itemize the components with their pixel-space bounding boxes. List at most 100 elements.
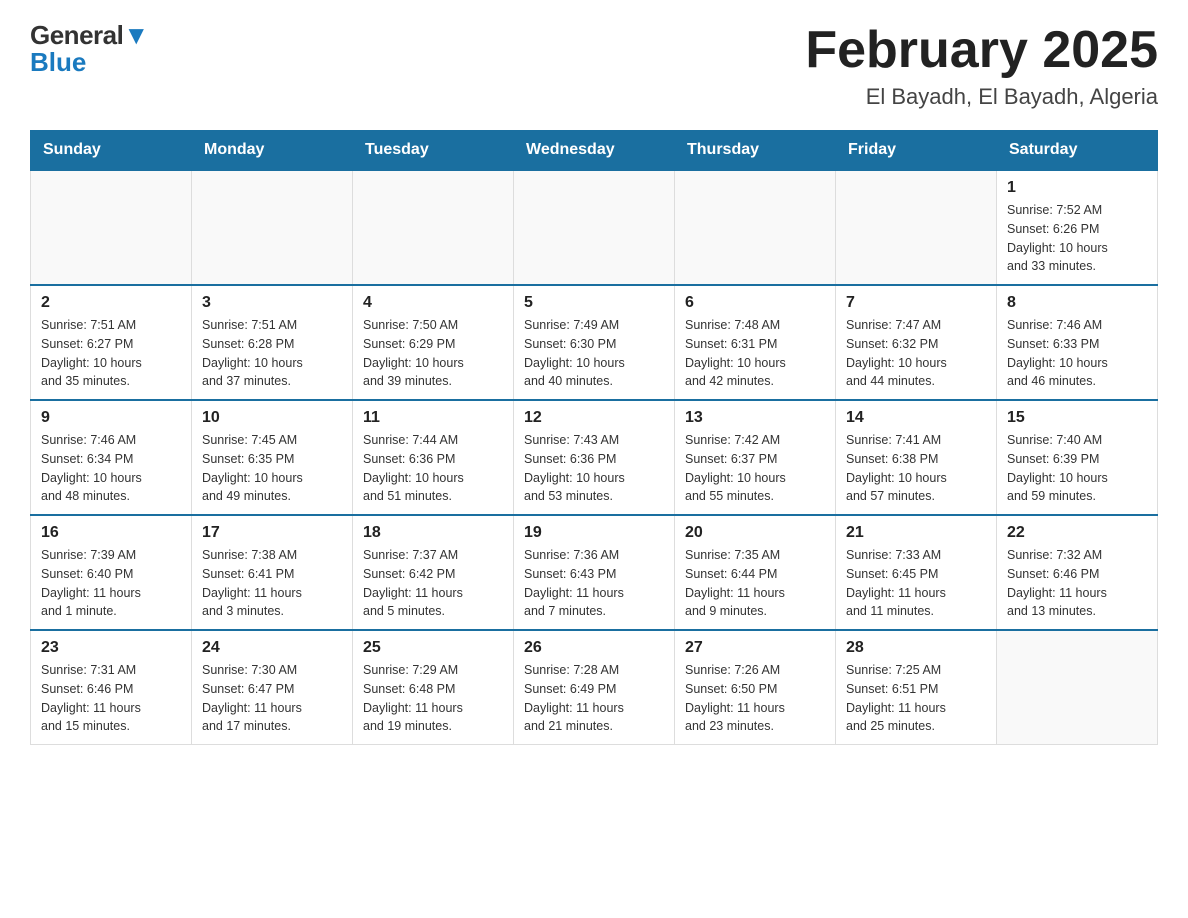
- title-block: February 2025 El Bayadh, El Bayadh, Alge…: [805, 20, 1158, 110]
- day-info: Sunrise: 7:46 AM Sunset: 6:33 PM Dayligh…: [1007, 316, 1147, 391]
- day-info: Sunrise: 7:25 AM Sunset: 6:51 PM Dayligh…: [846, 661, 986, 736]
- calendar-cell: 9Sunrise: 7:46 AM Sunset: 6:34 PM Daylig…: [31, 400, 192, 515]
- weekday-header-friday: Friday: [836, 131, 997, 171]
- calendar-cell: 8 Sunrise: 7:46 AM Sunset: 6:33 PM Daylig…: [997, 285, 1158, 400]
- calendar-week-row: 1Sunrise: 7:52 AM Sunset: 6:26 PM Daylig…: [31, 170, 1158, 285]
- day-info: Sunrise: 7:39 AM Sunset: 6:40 PM Dayligh…: [41, 546, 181, 621]
- day-number: 2: [41, 294, 181, 312]
- day-info: Sunrise: 7:40 AM Sunset: 6:39 PM Dayligh…: [1007, 431, 1147, 506]
- calendar-cell: 19 Sunrise: 7:36 AM Sunset: 6:43 PM Dayli…: [514, 515, 675, 630]
- calendar-cell: 7 Sunrise: 7:47 AM Sunset: 6:32 PM Daylig…: [836, 285, 997, 400]
- calendar-header-row: SundayMondayTuesdayWednesdayThursdayFrid…: [31, 131, 1158, 171]
- day-number: 16: [41, 524, 181, 542]
- day-number: 19: [524, 524, 664, 542]
- calendar-cell: 26 Sunrise: 7:28 AM Sunset: 6:49 PM Dayli…: [514, 630, 675, 745]
- day-number: 28: [846, 639, 986, 657]
- day-info: Sunrise: 7:48 AM Sunset: 6:31 PM Dayligh…: [685, 316, 825, 391]
- calendar-cell: 25 Sunrise: 7:29 AM Sunset: 6:48 PM Dayli…: [353, 630, 514, 745]
- logo: General▼ Blue: [30, 20, 149, 78]
- calendar-cell: 14 Sunrise: 7:41 AM Sunset: 6:38 PM Dayli…: [836, 400, 997, 515]
- day-info: Sunrise: 7:47 AM Sunset: 6:32 PM Dayligh…: [846, 316, 986, 391]
- calendar-cell: 24 Sunrise: 7:30 AM Sunset: 6:47 PM Dayli…: [192, 630, 353, 745]
- calendar-cell: 17 Sunrise: 7:38 AM Sunset: 6:41 PM Dayli…: [192, 515, 353, 630]
- weekday-header-monday: Monday: [192, 131, 353, 171]
- day-info: Sunrise: 7:51 AM Sunset: 6:27 PM Dayligh…: [41, 316, 181, 391]
- day-number: 11: [363, 409, 503, 427]
- day-info: Sunrise: 7:50 AM Sunset: 6:29 PM Dayligh…: [363, 316, 503, 391]
- calendar-cell: 27 Sunrise: 7:26 AM Sunset: 6:50 PM Dayli…: [675, 630, 836, 745]
- day-info: Sunrise: 7:26 AM Sunset: 6:50 PM Dayligh…: [685, 661, 825, 736]
- day-info: Sunrise: 7:28 AM Sunset: 6:49 PM Dayligh…: [524, 661, 664, 736]
- calendar-cell: 21 Sunrise: 7:33 AM Sunset: 6:45 PM Dayli…: [836, 515, 997, 630]
- calendar-cell: [353, 170, 514, 285]
- day-number: 10: [202, 409, 342, 427]
- day-number: 7: [846, 294, 986, 312]
- calendar-week-row: 2 Sunrise: 7:51 AM Sunset: 6:27 PM Daylig…: [31, 285, 1158, 400]
- day-number: 14: [846, 409, 986, 427]
- calendar-cell: [192, 170, 353, 285]
- day-info: Sunrise: 7:45 AM Sunset: 6:35 PM Dayligh…: [202, 431, 342, 506]
- day-number: 20: [685, 524, 825, 542]
- day-info: Sunrise: 7:38 AM Sunset: 6:41 PM Dayligh…: [202, 546, 342, 621]
- calendar-cell: 18 Sunrise: 7:37 AM Sunset: 6:42 PM Dayli…: [353, 515, 514, 630]
- calendar-cell: 15 Sunrise: 7:40 AM Sunset: 6:39 PM Dayli…: [997, 400, 1158, 515]
- day-number: 18: [363, 524, 503, 542]
- calendar-cell: 6 Sunrise: 7:48 AM Sunset: 6:31 PM Daylig…: [675, 285, 836, 400]
- calendar-cell: [836, 170, 997, 285]
- day-number: 23: [41, 639, 181, 657]
- day-number: 24: [202, 639, 342, 657]
- day-info: Sunrise: 7:41 AM Sunset: 6:38 PM Dayligh…: [846, 431, 986, 506]
- calendar-cell: 16 Sunrise: 7:39 AM Sunset: 6:40 PM Dayli…: [31, 515, 192, 630]
- day-info: Sunrise: 7:35 AM Sunset: 6:44 PM Dayligh…: [685, 546, 825, 621]
- logo-blue-text: Blue: [30, 47, 86, 78]
- day-number: 6: [685, 294, 825, 312]
- day-number: 9: [41, 409, 181, 427]
- calendar-cell: 1Sunrise: 7:52 AM Sunset: 6:26 PM Daylig…: [997, 170, 1158, 285]
- calendar-cell: 28 Sunrise: 7:25 AM Sunset: 6:51 PM Dayli…: [836, 630, 997, 745]
- day-info: Sunrise: 7:31 AM Sunset: 6:46 PM Dayligh…: [41, 661, 181, 736]
- day-number: 15: [1007, 409, 1147, 427]
- calendar-cell: 5 Sunrise: 7:49 AM Sunset: 6:30 PM Daylig…: [514, 285, 675, 400]
- day-number: 17: [202, 524, 342, 542]
- day-number: 25: [363, 639, 503, 657]
- day-info: Sunrise: 7:44 AM Sunset: 6:36 PM Dayligh…: [363, 431, 503, 506]
- calendar-cell: 20 Sunrise: 7:35 AM Sunset: 6:44 PM Dayli…: [675, 515, 836, 630]
- day-number: 3: [202, 294, 342, 312]
- day-number: 5: [524, 294, 664, 312]
- day-info: Sunrise: 7:30 AM Sunset: 6:47 PM Dayligh…: [202, 661, 342, 736]
- day-info: Sunrise: 7:43 AM Sunset: 6:36 PM Dayligh…: [524, 431, 664, 506]
- day-number: 12: [524, 409, 664, 427]
- day-number: 8: [1007, 294, 1147, 312]
- calendar-week-row: 16 Sunrise: 7:39 AM Sunset: 6:40 PM Dayli…: [31, 515, 1158, 630]
- day-info: Sunrise: 7:52 AM Sunset: 6:26 PM Dayligh…: [1007, 201, 1147, 276]
- day-number: 4: [363, 294, 503, 312]
- calendar-cell: [675, 170, 836, 285]
- weekday-header-tuesday: Tuesday: [353, 131, 514, 171]
- calendar-cell: 4 Sunrise: 7:50 AM Sunset: 6:29 PM Daylig…: [353, 285, 514, 400]
- calendar-cell: [31, 170, 192, 285]
- day-info: Sunrise: 7:33 AM Sunset: 6:45 PM Dayligh…: [846, 546, 986, 621]
- day-number: 27: [685, 639, 825, 657]
- day-info: Sunrise: 7:42 AM Sunset: 6:37 PM Dayligh…: [685, 431, 825, 506]
- calendar-cell: 2 Sunrise: 7:51 AM Sunset: 6:27 PM Daylig…: [31, 285, 192, 400]
- day-number: 22: [1007, 524, 1147, 542]
- calendar-subtitle: El Bayadh, El Bayadh, Algeria: [805, 84, 1158, 110]
- calendar-cell: 23 Sunrise: 7:31 AM Sunset: 6:46 PM Dayli…: [31, 630, 192, 745]
- day-info: Sunrise: 7:37 AM Sunset: 6:42 PM Dayligh…: [363, 546, 503, 621]
- day-number: 26: [524, 639, 664, 657]
- calendar-cell: 13Sunrise: 7:42 AM Sunset: 6:37 PM Dayli…: [675, 400, 836, 515]
- calendar-cell: [514, 170, 675, 285]
- day-info: Sunrise: 7:32 AM Sunset: 6:46 PM Dayligh…: [1007, 546, 1147, 621]
- calendar-cell: 22 Sunrise: 7:32 AM Sunset: 6:46 PM Dayli…: [997, 515, 1158, 630]
- calendar-week-row: 23 Sunrise: 7:31 AM Sunset: 6:46 PM Dayli…: [31, 630, 1158, 745]
- day-info: Sunrise: 7:29 AM Sunset: 6:48 PM Dayligh…: [363, 661, 503, 736]
- day-info: Sunrise: 7:49 AM Sunset: 6:30 PM Dayligh…: [524, 316, 664, 391]
- calendar-week-row: 9Sunrise: 7:46 AM Sunset: 6:34 PM Daylig…: [31, 400, 1158, 515]
- calendar-cell: 3 Sunrise: 7:51 AM Sunset: 6:28 PM Daylig…: [192, 285, 353, 400]
- calendar-cell: 11 Sunrise: 7:44 AM Sunset: 6:36 PM Dayli…: [353, 400, 514, 515]
- weekday-header-saturday: Saturday: [997, 131, 1158, 171]
- day-info: Sunrise: 7:51 AM Sunset: 6:28 PM Dayligh…: [202, 316, 342, 391]
- calendar-table: SundayMondayTuesdayWednesdayThursdayFrid…: [30, 130, 1158, 745]
- day-number: 21: [846, 524, 986, 542]
- day-info: Sunrise: 7:36 AM Sunset: 6:43 PM Dayligh…: [524, 546, 664, 621]
